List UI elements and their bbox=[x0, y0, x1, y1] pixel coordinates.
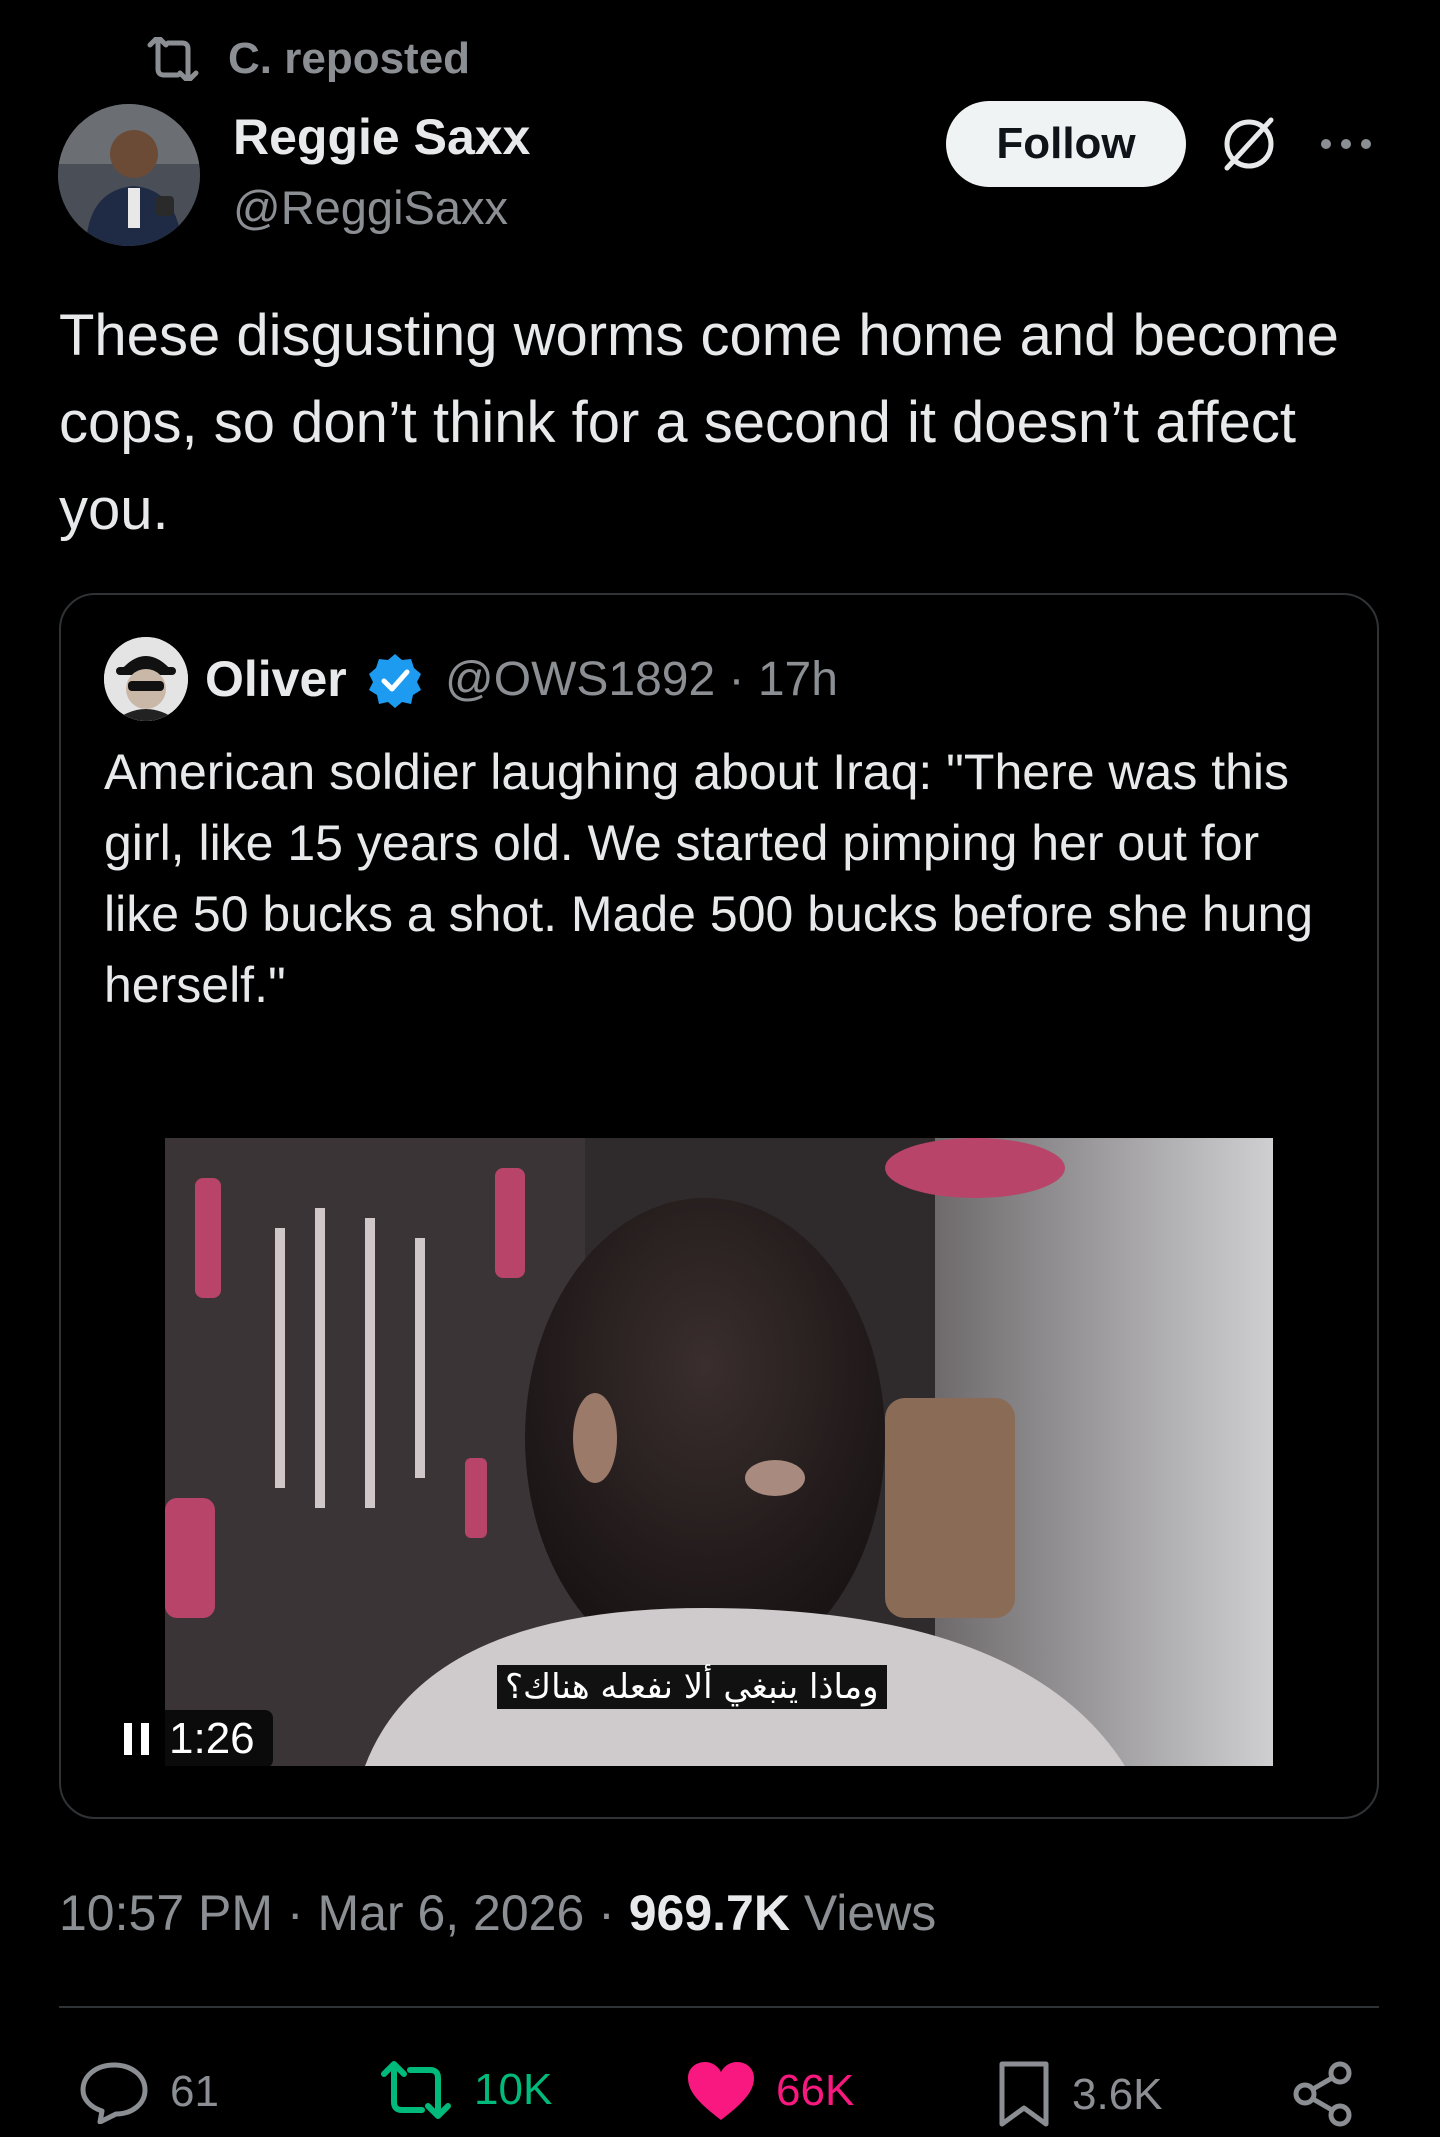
share-icon bbox=[1293, 2061, 1352, 2127]
grok-icon[interactable] bbox=[1217, 112, 1281, 176]
video-subtitle: وماذا ينبغي ألا نفعله هناك؟ bbox=[497, 1665, 887, 1709]
repost-icon bbox=[147, 37, 199, 81]
reply-button[interactable]: 61 bbox=[78, 2060, 219, 2124]
follow-button[interactable]: Follow bbox=[946, 101, 1186, 187]
more-icon[interactable] bbox=[1318, 124, 1374, 164]
post-text: These disgusting worms come home and bec… bbox=[59, 303, 1339, 542]
quoted-avatar[interactable] bbox=[104, 637, 188, 721]
pause-icon[interactable] bbox=[124, 1723, 149, 1755]
repost-button[interactable]: 10K bbox=[378, 2060, 552, 2120]
post-timestamp[interactable]: 10:57 PM · Mar 6, 2026 · 969.7K Views bbox=[59, 1884, 936, 1942]
bookmark-count: 3.6K bbox=[1072, 2070, 1163, 2119]
avatar[interactable] bbox=[58, 104, 200, 246]
reply-icon bbox=[80, 2062, 148, 2124]
bookmark-button[interactable]: 3.6K bbox=[996, 2060, 1163, 2130]
video-timer[interactable]: 1:26 bbox=[112, 1710, 273, 1768]
quoted-handle-time[interactable]: @OWS1892 · 17h bbox=[445, 652, 838, 707]
like-button[interactable]: 66K bbox=[686, 2060, 854, 2122]
repost-count: 10K bbox=[474, 2065, 553, 2114]
repost-action-icon bbox=[381, 2061, 451, 2119]
quoted-post-text: American soldier laughing about Iraq: "T… bbox=[104, 744, 1314, 1013]
author-name[interactable]: Reggie Saxx bbox=[233, 108, 530, 166]
time-date[interactable]: 10:57 PM · Mar 6, 2026 · bbox=[59, 1885, 629, 1941]
repost-label: C. reposted bbox=[228, 34, 471, 83]
views-count: 969.7K bbox=[628, 1885, 790, 1941]
author-handle[interactable]: @ReggiSaxx bbox=[233, 180, 508, 235]
share-button[interactable] bbox=[1290, 2060, 1358, 2128]
divider bbox=[59, 2006, 1379, 2008]
reply-count: 61 bbox=[170, 2067, 219, 2116]
verified-badge-icon bbox=[369, 654, 421, 708]
views-label: Views bbox=[789, 1885, 937, 1941]
bookmark-icon bbox=[999, 2061, 1049, 2127]
repost-indicator[interactable]: C. reposted bbox=[144, 34, 470, 84]
heart-icon bbox=[688, 2062, 754, 2120]
quoted-author-name[interactable]: Oliver bbox=[205, 650, 347, 708]
video-duration: 1:26 bbox=[169, 1714, 255, 1763]
like-count: 66K bbox=[776, 2066, 855, 2115]
